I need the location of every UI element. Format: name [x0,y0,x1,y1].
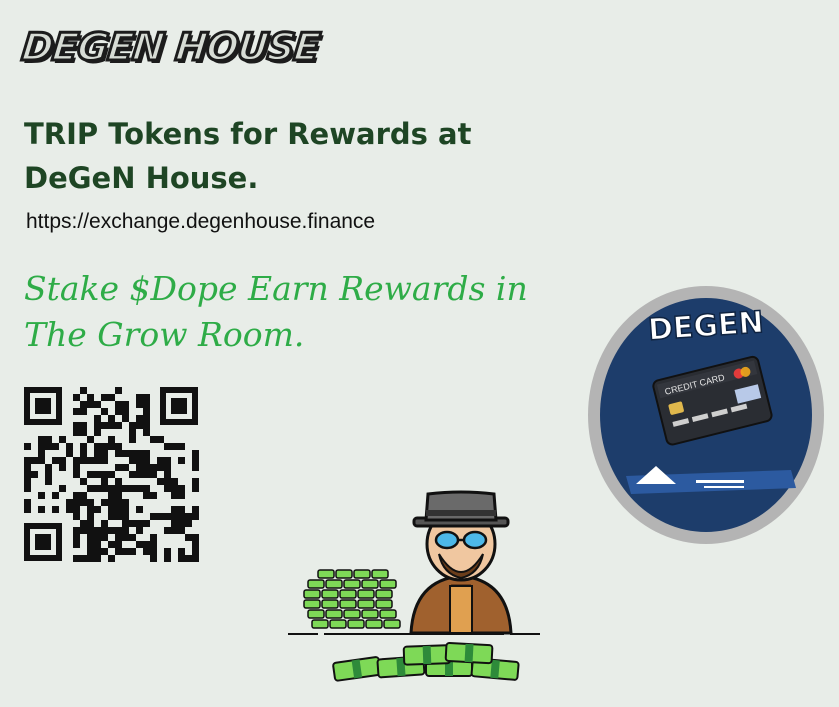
qr-code-icon[interactable] [22,385,200,563]
page-headline: TRIP Tokens for Rewards at DeGeN House. [24,117,472,195]
hat-man-cash-illustration [288,490,558,682]
degen-house-logo: DEGEN HOUSE [18,24,323,71]
degen-badge: DEGEN CREDIT CARD [588,286,824,544]
cash-bundles-icon [332,642,520,682]
exchange-url[interactable]: https://exchange.degenhouse.finance [26,210,375,234]
cash-stack-icon [303,569,401,629]
man-figure [409,490,513,635]
stake-tagline: Stake $Dope Earn Rewards in The Grow Roo… [24,269,528,354]
